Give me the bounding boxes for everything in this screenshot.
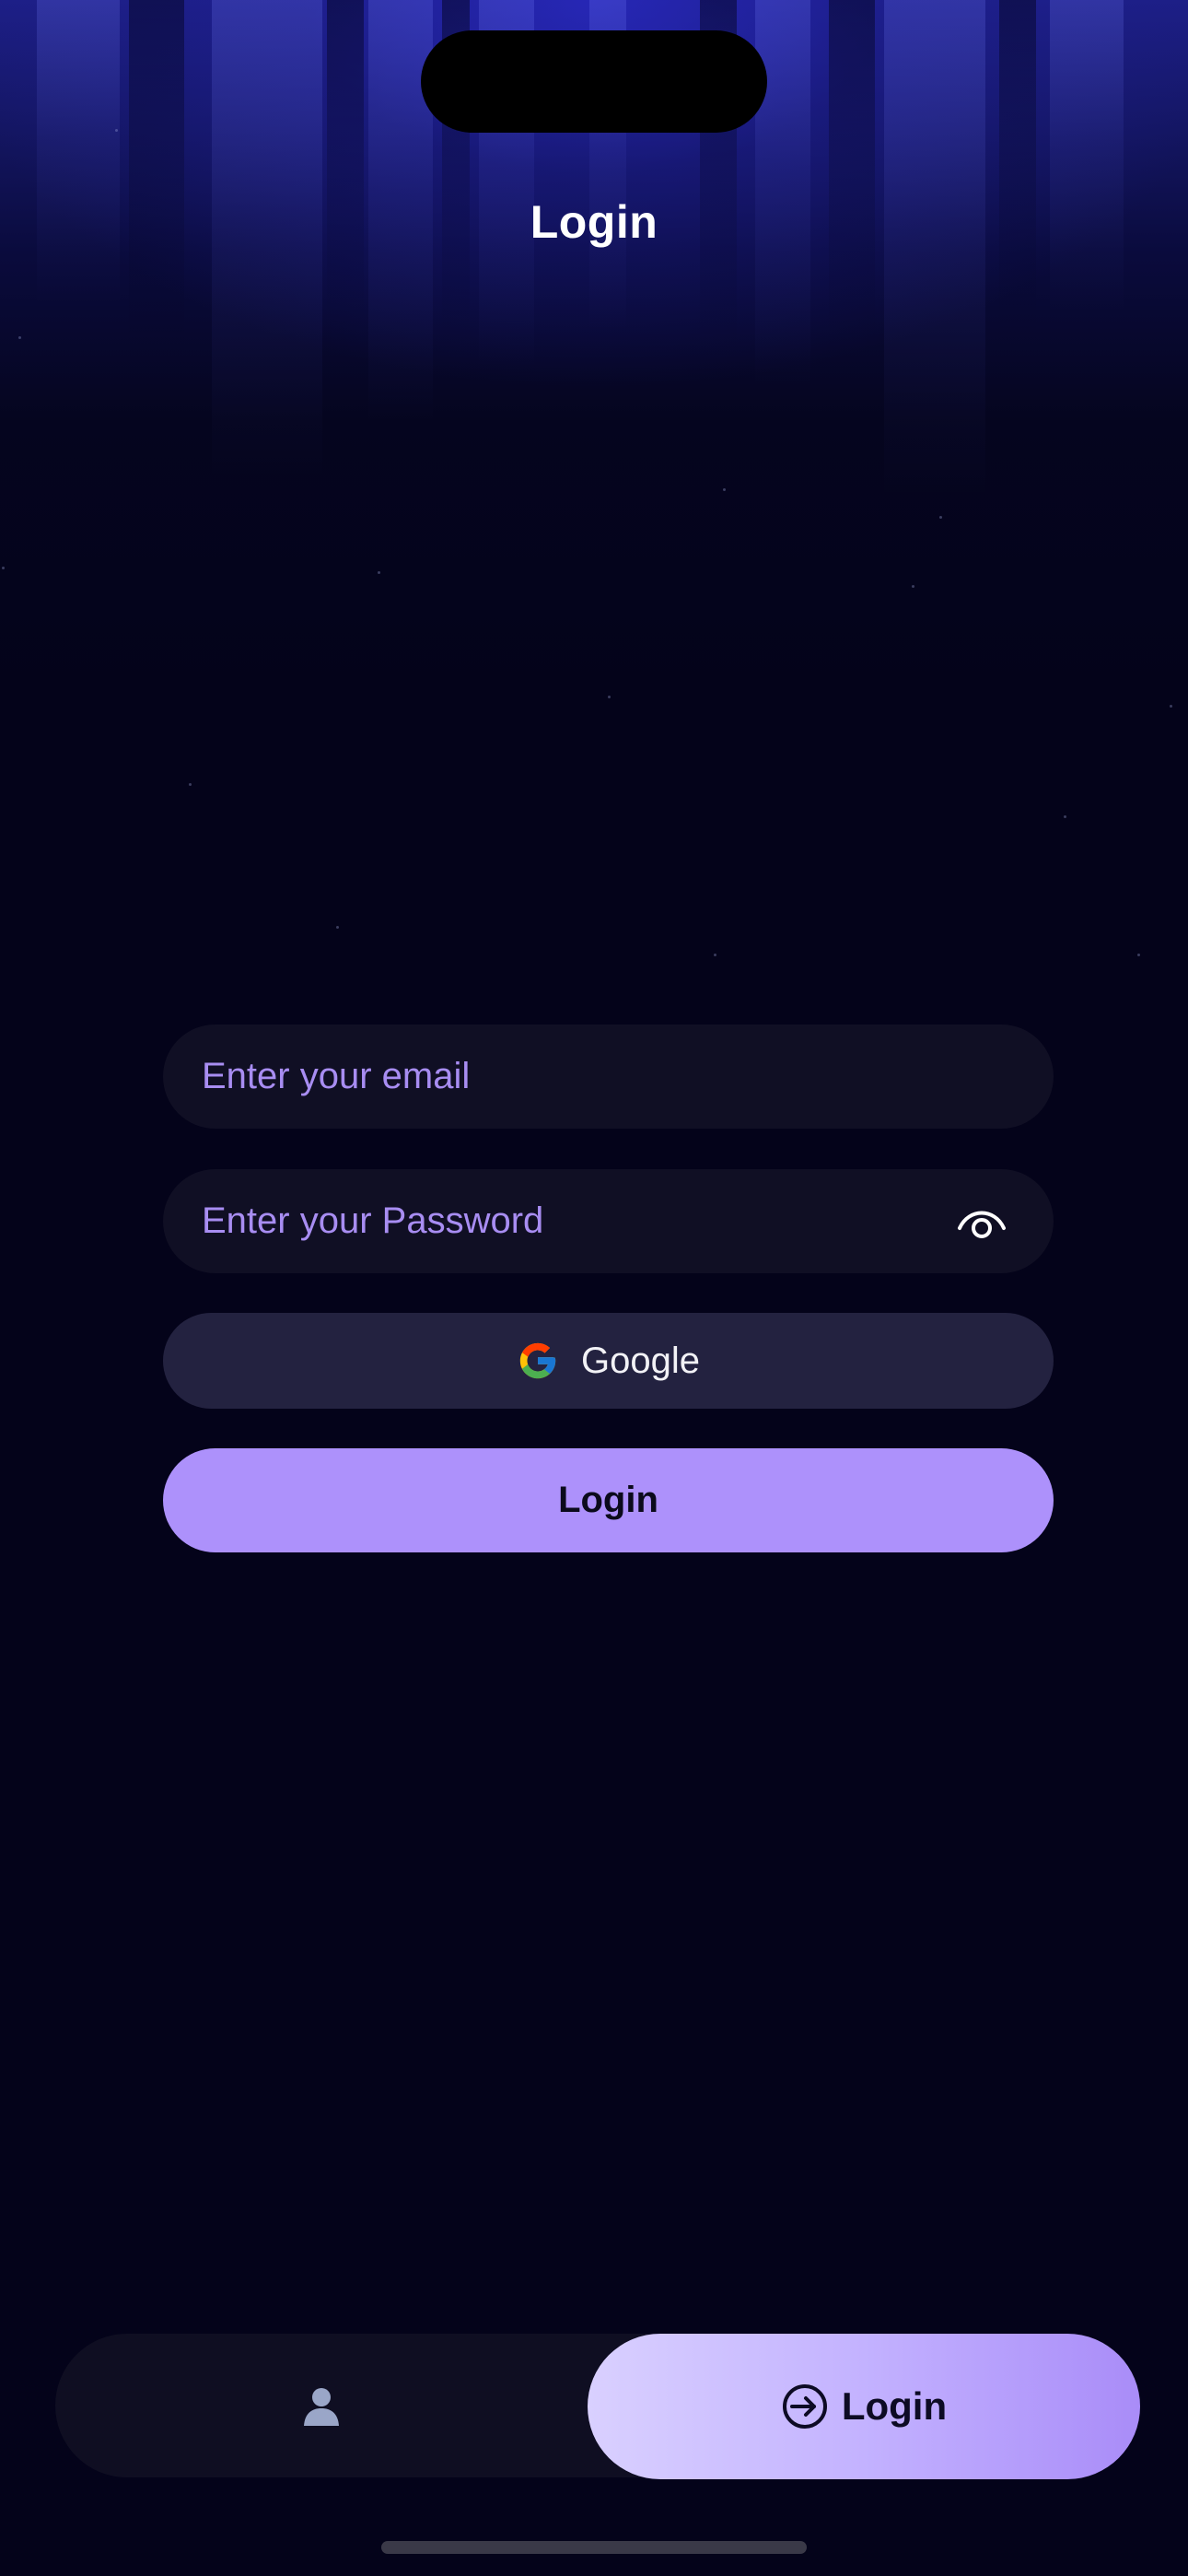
password-field[interactable] <box>163 1169 1054 1273</box>
user-icon <box>304 2388 339 2426</box>
login-button[interactable]: Login <box>163 1448 1054 1552</box>
google-logo-icon <box>519 1342 556 1379</box>
login-screen: Login Google Login <box>0 0 1188 2576</box>
email-field[interactable] <box>163 1025 1054 1129</box>
google-signin-button[interactable]: Google <box>163 1313 1054 1409</box>
login-button-label: Login <box>558 1480 658 1520</box>
dynamic-island <box>421 30 767 133</box>
home-indicator <box>381 2541 807 2554</box>
google-button-label: Google <box>581 1340 700 1381</box>
tab-login-label: Login <box>841 2384 948 2428</box>
tab-login[interactable]: Login <box>588 2334 1140 2479</box>
tab-profile[interactable] <box>55 2334 588 2477</box>
password-input[interactable] <box>202 1169 957 1273</box>
login-arrow-icon <box>782 2384 827 2429</box>
page-title: Login <box>530 196 658 248</box>
email-input[interactable] <box>202 1025 957 1129</box>
bottom-tab-bar: Login <box>55 2334 1140 2479</box>
eye-icon[interactable] <box>956 1197 1007 1245</box>
